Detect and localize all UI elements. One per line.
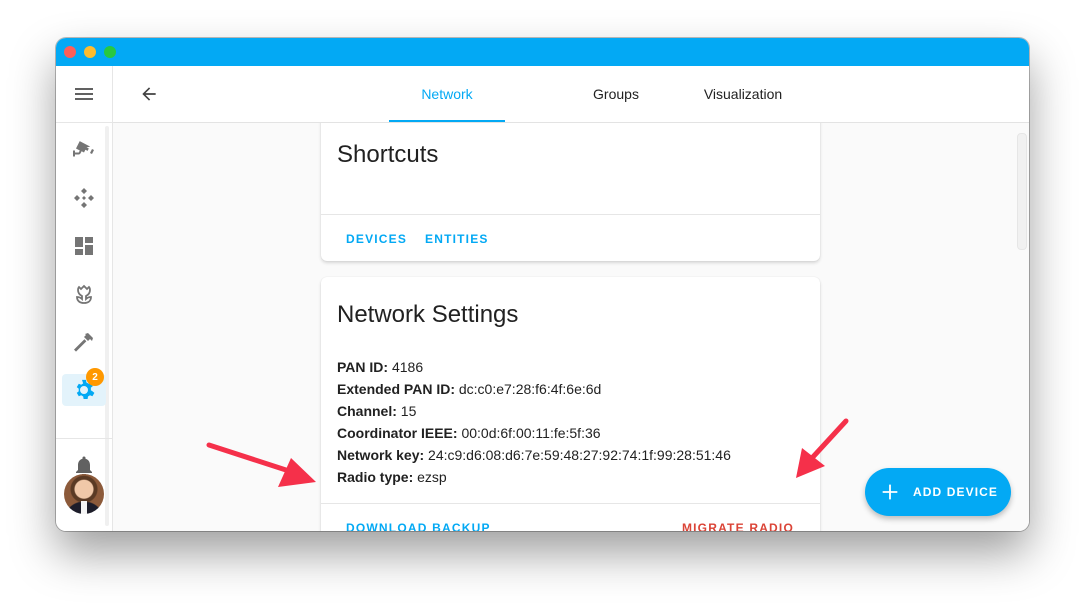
card-title: Network Settings xyxy=(337,301,519,328)
plus-icon xyxy=(882,484,898,500)
entities-button[interactable]: Entities xyxy=(425,232,489,246)
content-scrollbar[interactable] xyxy=(1017,133,1027,250)
network-info: PAN ID: 4186 Extended PAN ID: dc:c0:e7:2… xyxy=(337,356,731,488)
card-divider xyxy=(321,214,820,215)
info-row-extended-pan-id: Extended PAN ID: dc:c0:e7:28:f6:4f:6e:6d xyxy=(337,381,602,397)
close-window-button[interactable] xyxy=(64,46,76,58)
info-row-network-key: Network key: 24:c9:d6:08:d6:7e:59:48:27:… xyxy=(337,447,731,463)
back-button[interactable] xyxy=(137,82,161,106)
top-app-bar: Network Groups Visualization xyxy=(113,66,1029,123)
minimize-window-button[interactable] xyxy=(84,46,96,58)
add-device-label: ADD DEVICE xyxy=(913,485,999,499)
download-backup-button[interactable]: Download Backup xyxy=(346,521,491,531)
info-row-channel: Channel: 15 xyxy=(337,403,417,419)
sidebar-item-settings[interactable]: 2 xyxy=(56,368,112,410)
avatar[interactable] xyxy=(64,474,104,514)
info-row-radio-type: Radio type: ezsp xyxy=(337,469,447,485)
app-window: 2 Network Groups Visualization Shortcuts… xyxy=(56,38,1029,531)
tab-visualization[interactable]: Visualization xyxy=(683,66,803,122)
sidebar-item-energy[interactable] xyxy=(56,274,112,314)
active-tab-indicator xyxy=(389,120,505,122)
flower-tulip-icon xyxy=(76,284,92,304)
tab-label: Groups xyxy=(593,86,639,102)
sidebar: 2 xyxy=(56,66,113,531)
info-row-pan-id: PAN ID: 4186 xyxy=(337,359,424,375)
shortcuts-card: Shortcuts Devices Entities xyxy=(321,123,820,261)
tab-label: Visualization xyxy=(703,86,783,102)
devices-icon xyxy=(74,188,94,208)
title-bar xyxy=(56,38,1029,66)
tab-label: Network xyxy=(421,86,473,102)
network-settings-card: Network Settings PAN ID: 4186 Extended P… xyxy=(321,277,820,531)
hammer-icon xyxy=(74,333,93,352)
cctv-icon xyxy=(73,141,94,157)
tab-network[interactable]: Network xyxy=(389,66,505,122)
sidebar-item-cctv[interactable] xyxy=(56,130,112,170)
sidebar-item-developer-tools[interactable] xyxy=(56,322,112,362)
dashboard-icon xyxy=(75,237,93,255)
devices-button[interactable]: Devices xyxy=(346,232,407,246)
card-divider xyxy=(321,503,820,504)
migrate-radio-button[interactable]: Migrate Radio xyxy=(682,521,794,531)
tab-groups[interactable]: Groups xyxy=(559,66,673,122)
info-row-coordinator-ieee: Coordinator IEEE: 00:0d:6f:00:11:fe:5f:3… xyxy=(337,425,601,441)
menu-icon[interactable] xyxy=(56,74,112,114)
sidebar-divider xyxy=(56,438,112,439)
sidebar-divider xyxy=(56,122,112,123)
arrow-left-icon xyxy=(142,87,156,101)
notification-badge: 2 xyxy=(86,368,104,386)
sidebar-item-devices[interactable] xyxy=(56,178,112,218)
card-title: Shortcuts xyxy=(337,141,439,168)
add-device-button[interactable]: ADD DEVICE xyxy=(865,468,1011,516)
maximize-window-button[interactable] xyxy=(104,46,116,58)
sidebar-item-dashboard[interactable] xyxy=(56,226,112,266)
